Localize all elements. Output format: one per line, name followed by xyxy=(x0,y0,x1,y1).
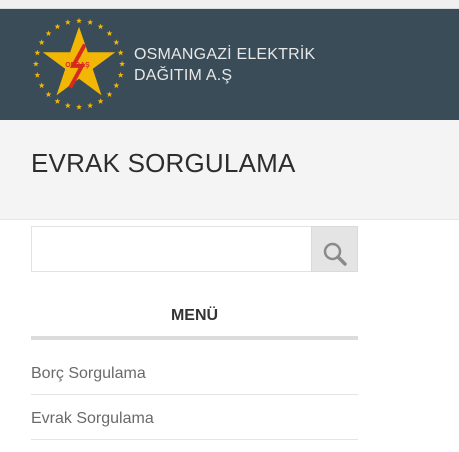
menu-list: Borç Sorgulama Evrak Sorgulama xyxy=(31,350,358,440)
page-title: EVRAK SORGULAMA xyxy=(31,148,296,178)
logo-ring-star-icon xyxy=(54,23,61,30)
logo-ring-star-icon xyxy=(34,72,41,78)
search-button[interactable] xyxy=(311,226,358,272)
logo-ring-star-icon xyxy=(34,49,41,56)
logo-ring-star-icon xyxy=(106,30,113,37)
menu-item-label: Evrak Sorgulama xyxy=(31,410,154,427)
search-input[interactable] xyxy=(31,226,311,272)
logo-ring-star-icon xyxy=(119,60,126,67)
logo-ring-star-icon xyxy=(45,30,52,37)
brand-line-1: OSMANGAZİ ELEKTRİK xyxy=(134,46,316,63)
logo-ring-star-icon xyxy=(54,98,61,104)
logo-ring-star-icon xyxy=(38,39,45,45)
logo-ring-star-icon xyxy=(32,60,39,67)
site-header: OEDAŞ OSMANGAZİ ELEKTRİK DAĞITIM A.Ş xyxy=(0,9,459,120)
logo-ring-star-icon xyxy=(117,72,124,78)
logo-ring-star-icon xyxy=(64,19,71,25)
logo-ring-star-icon xyxy=(45,91,52,98)
brand-name: OSMANGAZİ ELEKTRİK DAĞITIM A.Ş xyxy=(134,44,315,86)
logo-icon[interactable]: OEDAŞ xyxy=(30,15,128,113)
brand-line-2: DAĞITIM A.Ş xyxy=(134,67,233,84)
logo-ring-star-icon xyxy=(87,19,94,25)
logo-ring-star-icon xyxy=(76,17,82,24)
logo-text: OEDAŞ xyxy=(65,62,90,69)
logo-ring-star-icon xyxy=(113,82,120,89)
search-icon xyxy=(323,242,347,266)
menu-divider xyxy=(31,336,358,340)
logo-ring-star-icon xyxy=(87,102,94,109)
logo-ring-star-icon xyxy=(113,39,120,45)
search-form xyxy=(31,226,358,272)
menu-item-evrak-sorgulama[interactable]: Evrak Sorgulama xyxy=(31,395,358,440)
logo-ring-star-icon xyxy=(38,82,45,89)
menu-item-borc-sorgulama[interactable]: Borç Sorgulama xyxy=(31,350,358,395)
menu-heading: MENÜ xyxy=(170,307,219,324)
logo-ring-star-icon xyxy=(64,102,71,109)
logo-ring-star-icon xyxy=(97,98,104,104)
logo-ring-star-icon xyxy=(76,103,82,110)
menu-item-label: Borç Sorgulama xyxy=(31,365,146,382)
logo-ring-star-icon xyxy=(97,23,104,30)
logo-ring-star-icon xyxy=(117,49,124,56)
logo-ring-star-icon xyxy=(106,91,113,98)
top-strip xyxy=(0,0,459,9)
